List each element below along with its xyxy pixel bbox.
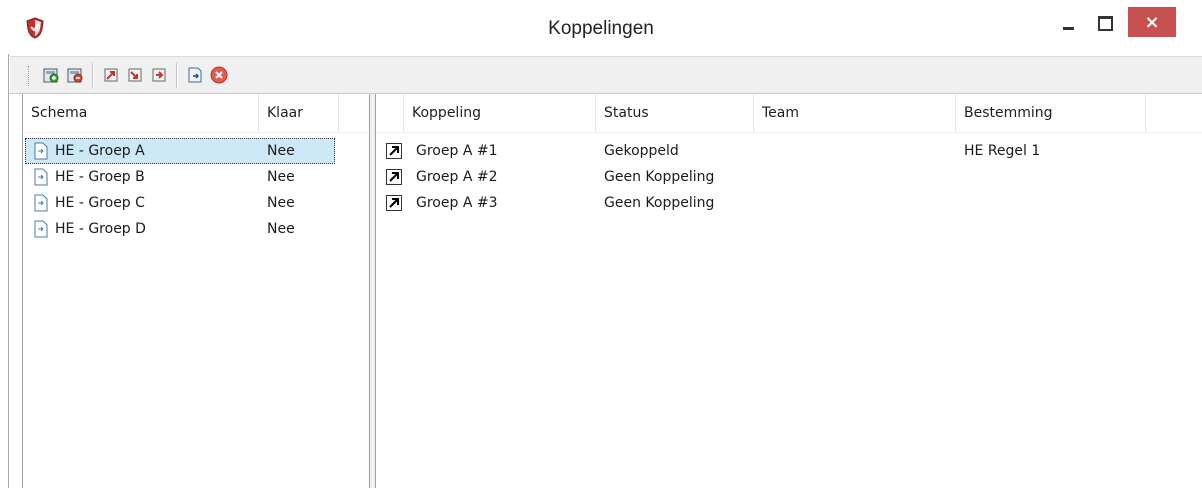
maximize-icon (1097, 15, 1113, 31)
schema-row[interactable]: HE - Groep D Nee (25, 216, 335, 242)
shortcut-arrow-icon (386, 195, 402, 211)
toolbar-grip[interactable] (28, 66, 31, 86)
minimize-button[interactable] (1052, 8, 1084, 38)
koppeling-row[interactable]: Groep A #1 Gekoppeld HE Regel 1 (376, 138, 1176, 164)
schema-name: HE - Groep C (55, 195, 145, 211)
koppeling-name: Groep A #1 (416, 143, 498, 159)
apply-schema-icon[interactable] (186, 66, 204, 84)
schema-file-icon (34, 220, 48, 238)
column-header-icon[interactable] (376, 94, 404, 132)
import-link-icon[interactable] (102, 66, 120, 84)
window-left-edge (8, 0, 9, 488)
column-header-schema[interactable]: Schema (23, 94, 259, 132)
maximize-button[interactable] (1088, 8, 1122, 38)
schema-list: Schema Klaar HE - Groep A Nee HE - Groep… (22, 94, 369, 488)
title-bar[interactable]: Koppelingen × (0, 0, 1202, 54)
schema-row[interactable]: HE - Groep B Nee (25, 164, 335, 190)
add-schema-icon[interactable] (42, 66, 60, 84)
koppeling-row[interactable]: Groep A #2 Geen Koppeling (376, 164, 1176, 190)
schema-klaar: Nee (267, 169, 295, 185)
link-schema-icon[interactable] (150, 66, 168, 84)
pane-splitter[interactable] (369, 94, 376, 488)
column-header-team[interactable]: Team (754, 94, 956, 132)
export-link-icon[interactable] (126, 66, 144, 84)
shortcut-arrow-icon (386, 143, 402, 159)
close-icon: × (1144, 11, 1160, 33)
schema-name: HE - Groep D (55, 221, 146, 237)
koppeling-status: Geen Koppeling (604, 195, 715, 211)
schema-name: HE - Groep A (55, 143, 145, 159)
koppeling-status: Gekoppeld (604, 143, 679, 159)
schema-klaar: Nee (267, 143, 295, 159)
close-button[interactable]: × (1128, 7, 1176, 37)
minimize-icon (1062, 26, 1074, 30)
delete-icon[interactable] (210, 66, 228, 84)
toolbar-separator (92, 63, 94, 88)
column-header-status[interactable]: Status (596, 94, 754, 132)
koppeling-status: Geen Koppeling (604, 169, 715, 185)
schema-file-icon (34, 142, 48, 160)
koppeling-bestemming: HE Regel 1 (964, 143, 1041, 159)
toolbar (10, 56, 1202, 94)
koppelingen-window: Koppelingen × Schema Klaar HE - Groep A … (0, 0, 1202, 488)
toolbar-separator (176, 63, 178, 88)
schema-row[interactable]: HE - Groep A Nee (25, 138, 335, 164)
window-title: Koppelingen (548, 18, 654, 39)
koppeling-name: Groep A #2 (416, 169, 498, 185)
schema-row[interactable]: HE - Groep C Nee (25, 190, 335, 216)
koppeling-row[interactable]: Groep A #3 Geen Koppeling (376, 190, 1176, 216)
column-header-bestemming[interactable]: Bestemming (956, 94, 1146, 132)
remove-schema-icon[interactable] (66, 66, 84, 84)
koppeling-list: Koppeling Status Team Bestemming Groep A… (376, 94, 1202, 488)
header-divider (376, 132, 1202, 133)
schema-klaar: Nee (267, 195, 295, 211)
shortcut-arrow-icon (386, 169, 402, 185)
schema-file-icon (34, 168, 48, 186)
schema-name: HE - Groep B (55, 169, 145, 185)
column-header-klaar[interactable]: Klaar (259, 94, 339, 132)
header-divider (23, 132, 369, 133)
koppeling-name: Groep A #3 (416, 195, 498, 211)
schema-file-icon (34, 194, 48, 212)
column-header-koppeling[interactable]: Koppeling (404, 94, 596, 132)
schema-klaar: Nee (267, 221, 295, 237)
